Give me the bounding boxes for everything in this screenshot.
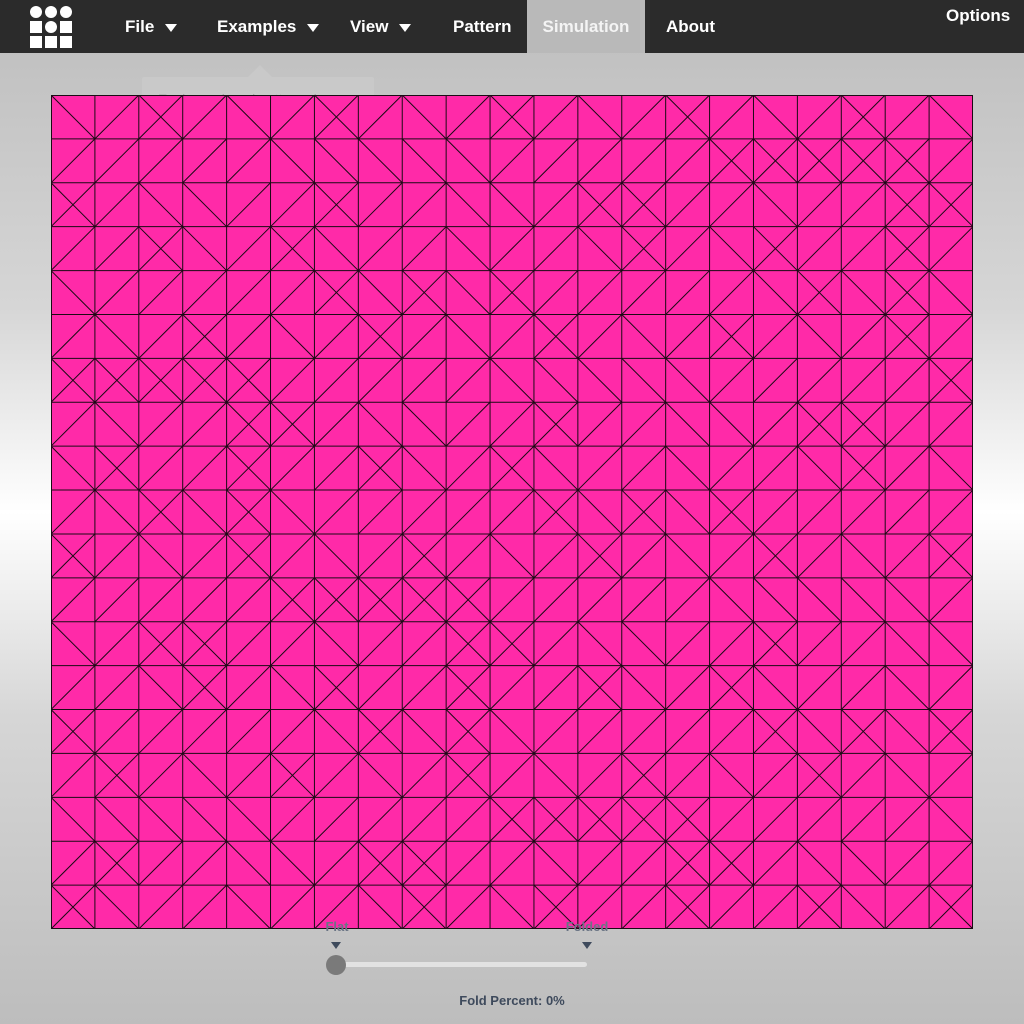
- chevron-down-icon: [399, 23, 412, 32]
- chevron-down-icon: [307, 23, 320, 32]
- grid-logo-icon[interactable]: [30, 6, 74, 48]
- fold-slider-handle[interactable]: [326, 955, 346, 975]
- menu-about-label: About: [666, 16, 716, 36]
- menu-pattern[interactable]: Pattern: [453, 0, 512, 53]
- menu-simulation[interactable]: Simulation: [527, 0, 645, 53]
- top-navbar: File Examples View Pattern Simulation Ab…: [0, 0, 1024, 53]
- crease-pattern[interactable]: [51, 95, 973, 929]
- menu-file[interactable]: File: [125, 0, 178, 53]
- options-label: Options: [946, 6, 1011, 25]
- menu-simulation-label: Simulation: [542, 16, 630, 36]
- tooltip-arrow: [248, 65, 272, 77]
- folded-label: Folded: [565, 919, 609, 934]
- menu-examples-label: Examples: [217, 16, 297, 36]
- fold-percent-readout: Fold Percent: 0%: [459, 993, 565, 1008]
- flat-tick-icon: [331, 942, 341, 949]
- menu-view[interactable]: View: [350, 0, 412, 53]
- fold-slider-track[interactable]: [336, 962, 587, 967]
- menu-view-label: View: [350, 16, 389, 36]
- menu-examples[interactable]: Examples: [217, 0, 320, 53]
- chevron-down-icon: [165, 23, 178, 32]
- menu-about[interactable]: About: [666, 0, 715, 53]
- menu-pattern-label: Pattern: [453, 16, 512, 36]
- flat-label: Flat: [325, 919, 349, 934]
- options-button[interactable]: Options: [946, 0, 1010, 36]
- folded-tick-icon: [582, 942, 592, 949]
- menu-file-label: File: [125, 16, 155, 36]
